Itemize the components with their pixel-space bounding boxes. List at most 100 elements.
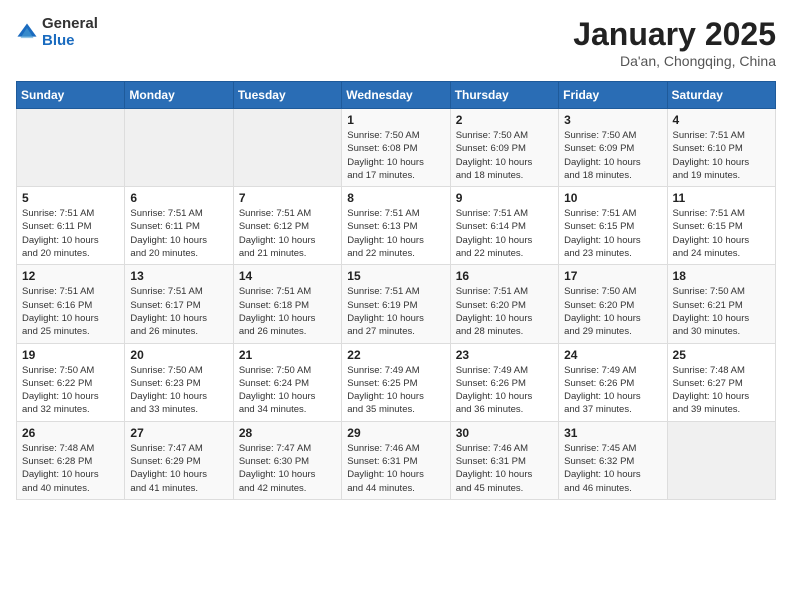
calendar-title: January 2025 xyxy=(573,16,776,53)
page-header: General Blue January 2025 Da'an, Chongqi… xyxy=(16,16,776,69)
table-row: 20 Sunrise: 7:50 AM Sunset: 6:23 PM Dayli… xyxy=(125,343,233,421)
table-row: 10 Sunrise: 7:51 AM Sunset: 6:15 PM Dayli… xyxy=(559,187,667,265)
table-row: 26 Sunrise: 7:48 AM Sunset: 6:28 PM Dayli… xyxy=(17,421,125,499)
day-info: Sunrise: 7:45 AM Sunset: 6:32 PM Dayligh… xyxy=(564,442,661,495)
table-row: 8Sunrise: 7:51 AM Sunset: 6:13 PM Daylig… xyxy=(342,187,450,265)
logo-general-text: General xyxy=(42,16,98,33)
weekday-tuesday: Tuesday xyxy=(233,82,341,109)
day-info: Sunrise: 7:46 AM Sunset: 6:31 PM Dayligh… xyxy=(456,442,553,495)
table-row: 23 Sunrise: 7:49 AM Sunset: 6:26 PM Dayli… xyxy=(450,343,558,421)
day-number: 2 xyxy=(456,113,553,127)
table-row: 29Sunrise: 7:46 AM Sunset: 6:31 PM Dayli… xyxy=(342,421,450,499)
table-row: 14Sunrise: 7:51 AM Sunset: 6:18 PM Dayli… xyxy=(233,265,341,343)
logo-icon xyxy=(16,22,38,44)
day-info: Sunrise: 7:50 AM Sunset: 6:08 PM Dayligh… xyxy=(347,129,444,182)
table-row: 5 Sunrise: 7:51 AM Sunset: 6:11 PM Daylig… xyxy=(17,187,125,265)
day-number: 7 xyxy=(239,191,336,205)
logo-text: General Blue xyxy=(42,16,98,49)
weekday-sunday: Sunday xyxy=(17,82,125,109)
day-number: 15 xyxy=(347,269,444,283)
day-number: 28 xyxy=(239,426,336,440)
day-number: 26 xyxy=(22,426,119,440)
day-number: 6 xyxy=(130,191,227,205)
table-row: 2 Sunrise: 7:50 AM Sunset: 6:09 PM Daylig… xyxy=(450,109,558,187)
day-number: 4 xyxy=(673,113,770,127)
day-number: 18 xyxy=(673,269,770,283)
weekday-friday: Friday xyxy=(559,82,667,109)
weekday-monday: Monday xyxy=(125,82,233,109)
table-row: 7 Sunrise: 7:51 AM Sunset: 6:12 PM Daylig… xyxy=(233,187,341,265)
day-info: Sunrise: 7:51 AM Sunset: 6:10 PM Dayligh… xyxy=(673,129,770,182)
day-info: Sunrise: 7:50 AM Sunset: 6:09 PM Dayligh… xyxy=(456,129,553,182)
day-info: Sunrise: 7:51 AM Sunset: 6:20 PM Dayligh… xyxy=(456,285,553,338)
table-row xyxy=(233,109,341,187)
table-row: 30 Sunrise: 7:46 AM Sunset: 6:31 PM Dayli… xyxy=(450,421,558,499)
day-info: Sunrise: 7:48 AM Sunset: 6:28 PM Dayligh… xyxy=(22,442,119,495)
table-row: 17Sunrise: 7:50 AM Sunset: 6:20 PM Dayli… xyxy=(559,265,667,343)
table-row: 27Sunrise: 7:47 AM Sunset: 6:29 PM Dayli… xyxy=(125,421,233,499)
table-row: 22 Sunrise: 7:49 AM Sunset: 6:25 PM Dayli… xyxy=(342,343,450,421)
day-number: 23 xyxy=(456,348,553,362)
day-info: Sunrise: 7:49 AM Sunset: 6:26 PM Dayligh… xyxy=(456,364,553,417)
day-number: 31 xyxy=(564,426,661,440)
day-info: Sunrise: 7:51 AM Sunset: 6:15 PM Dayligh… xyxy=(564,207,661,260)
calendar-week-3: 12 Sunrise: 7:51 AM Sunset: 6:16 PM Dayli… xyxy=(17,265,776,343)
day-number: 11 xyxy=(673,191,770,205)
day-info: Sunrise: 7:51 AM Sunset: 6:15 PM Dayligh… xyxy=(673,207,770,260)
table-row: 3 Sunrise: 7:50 AM Sunset: 6:09 PM Daylig… xyxy=(559,109,667,187)
day-number: 17 xyxy=(564,269,661,283)
day-number: 30 xyxy=(456,426,553,440)
table-row: 18 Sunrise: 7:50 AM Sunset: 6:21 PM Dayli… xyxy=(667,265,775,343)
day-info: Sunrise: 7:50 AM Sunset: 6:24 PM Dayligh… xyxy=(239,364,336,417)
calendar-week-1: 1 Sunrise: 7:50 AM Sunset: 6:08 PM Daylig… xyxy=(17,109,776,187)
table-row xyxy=(667,421,775,499)
day-info: Sunrise: 7:51 AM Sunset: 6:17 PM Dayligh… xyxy=(130,285,227,338)
table-row: 11 Sunrise: 7:51 AM Sunset: 6:15 PM Dayli… xyxy=(667,187,775,265)
table-row: 16Sunrise: 7:51 AM Sunset: 6:20 PM Dayli… xyxy=(450,265,558,343)
day-info: Sunrise: 7:47 AM Sunset: 6:29 PM Dayligh… xyxy=(130,442,227,495)
title-block: January 2025 Da'an, Chongqing, China xyxy=(573,16,776,69)
day-number: 10 xyxy=(564,191,661,205)
day-info: Sunrise: 7:50 AM Sunset: 6:09 PM Dayligh… xyxy=(564,129,661,182)
table-row: 12 Sunrise: 7:51 AM Sunset: 6:16 PM Dayli… xyxy=(17,265,125,343)
day-number: 3 xyxy=(564,113,661,127)
weekday-saturday: Saturday xyxy=(667,82,775,109)
day-number: 14 xyxy=(239,269,336,283)
day-info: Sunrise: 7:49 AM Sunset: 6:26 PM Dayligh… xyxy=(564,364,661,417)
calendar-week-5: 26 Sunrise: 7:48 AM Sunset: 6:28 PM Dayli… xyxy=(17,421,776,499)
table-row: 4 Sunrise: 7:51 AM Sunset: 6:10 PM Daylig… xyxy=(667,109,775,187)
table-row: 25 Sunrise: 7:48 AM Sunset: 6:27 PM Dayli… xyxy=(667,343,775,421)
day-info: Sunrise: 7:50 AM Sunset: 6:21 PM Dayligh… xyxy=(673,285,770,338)
day-info: Sunrise: 7:47 AM Sunset: 6:30 PM Dayligh… xyxy=(239,442,336,495)
day-number: 19 xyxy=(22,348,119,362)
day-info: Sunrise: 7:48 AM Sunset: 6:27 PM Dayligh… xyxy=(673,364,770,417)
table-row: 28 Sunrise: 7:47 AM Sunset: 6:30 PM Dayli… xyxy=(233,421,341,499)
table-row: 31 Sunrise: 7:45 AM Sunset: 6:32 PM Dayli… xyxy=(559,421,667,499)
day-number: 20 xyxy=(130,348,227,362)
day-number: 9 xyxy=(456,191,553,205)
logo: General Blue xyxy=(16,16,98,49)
calendar-header-row: Sunday Monday Tuesday Wednesday Thursday… xyxy=(17,82,776,109)
calendar-week-2: 5 Sunrise: 7:51 AM Sunset: 6:11 PM Daylig… xyxy=(17,187,776,265)
day-info: Sunrise: 7:51 AM Sunset: 6:11 PM Dayligh… xyxy=(22,207,119,260)
day-info: Sunrise: 7:51 AM Sunset: 6:12 PM Dayligh… xyxy=(239,207,336,260)
day-number: 24 xyxy=(564,348,661,362)
day-number: 29 xyxy=(347,426,444,440)
table-row: 24 Sunrise: 7:49 AM Sunset: 6:26 PM Dayli… xyxy=(559,343,667,421)
day-info: Sunrise: 7:50 AM Sunset: 6:23 PM Dayligh… xyxy=(130,364,227,417)
table-row: 15Sunrise: 7:51 AM Sunset: 6:19 PM Dayli… xyxy=(342,265,450,343)
table-row: 6Sunrise: 7:51 AM Sunset: 6:11 PM Daylig… xyxy=(125,187,233,265)
day-number: 25 xyxy=(673,348,770,362)
calendar-table: Sunday Monday Tuesday Wednesday Thursday… xyxy=(16,81,776,500)
day-number: 22 xyxy=(347,348,444,362)
day-info: Sunrise: 7:49 AM Sunset: 6:25 PM Dayligh… xyxy=(347,364,444,417)
weekday-thursday: Thursday xyxy=(450,82,558,109)
day-info: Sunrise: 7:51 AM Sunset: 6:14 PM Dayligh… xyxy=(456,207,553,260)
day-number: 12 xyxy=(22,269,119,283)
day-info: Sunrise: 7:51 AM Sunset: 6:16 PM Dayligh… xyxy=(22,285,119,338)
table-row: 21Sunrise: 7:50 AM Sunset: 6:24 PM Dayli… xyxy=(233,343,341,421)
table-row xyxy=(125,109,233,187)
day-number: 5 xyxy=(22,191,119,205)
day-number: 1 xyxy=(347,113,444,127)
calendar-week-4: 19Sunrise: 7:50 AM Sunset: 6:22 PM Dayli… xyxy=(17,343,776,421)
